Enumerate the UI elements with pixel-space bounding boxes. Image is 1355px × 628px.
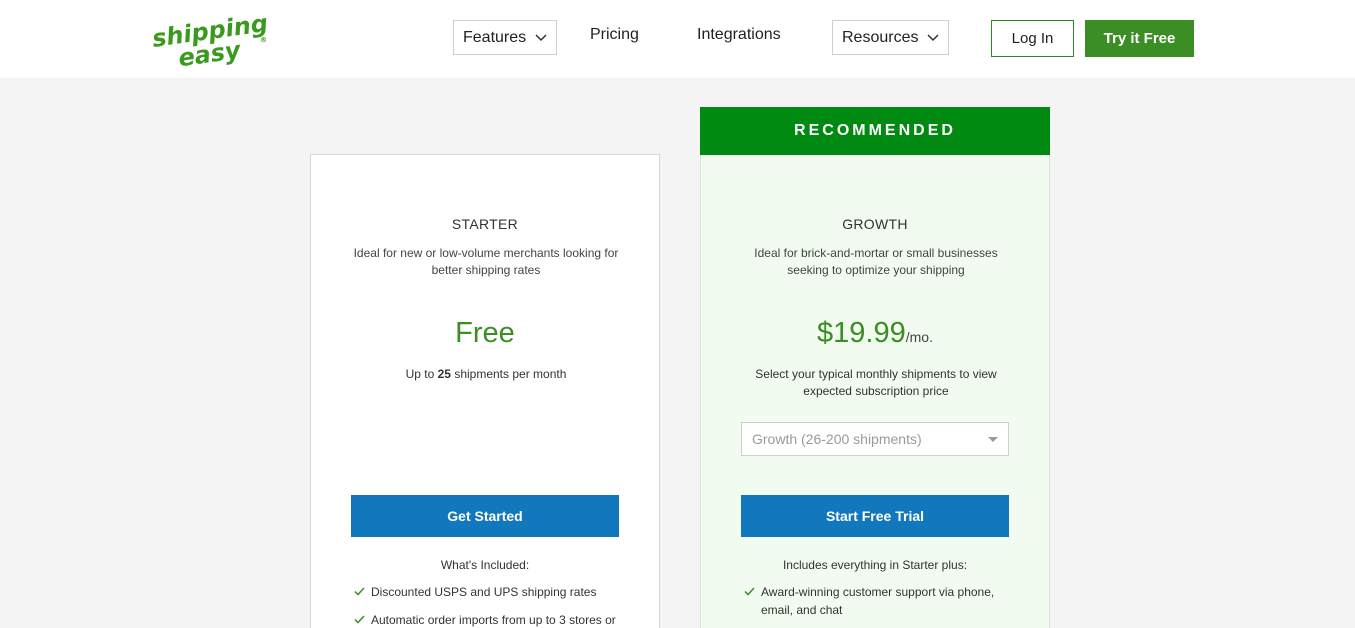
get-started-button[interactable]: Get Started [351, 495, 619, 537]
plan-price: $19.99/mo. [701, 317, 1049, 350]
price-unit: /mo. [905, 329, 933, 345]
recommended-banner: RECOMMENDED [700, 107, 1050, 155]
check-icon [354, 587, 365, 596]
check-icon [744, 587, 755, 596]
plan-description: Ideal for new or low-volume merchants lo… [353, 246, 619, 277]
caret-down-icon [988, 437, 998, 442]
shipment-volume-select[interactable]: Growth (26-200 shipments) [741, 422, 1009, 456]
included-heading: Includes everything in Starter plus: [782, 558, 968, 572]
plan-name: STARTER [451, 216, 519, 232]
starter-plan-card: STARTER Ideal for new or low-volume merc… [310, 154, 660, 628]
logo-registered-mark: ® [260, 36, 267, 44]
nav-resources-dropdown[interactable]: Resources [832, 20, 950, 55]
feature-text: Automatic order imports from up to 3 sto… [371, 613, 616, 627]
feature-item: Discounted USPS and UPS shipping rates [354, 583, 624, 601]
plan-description: Ideal for brick-and-mortar or small busi… [754, 246, 998, 277]
chevron-down-icon [535, 33, 547, 41]
select-value: Growth (26-200 shipments) [752, 431, 922, 447]
shipment-limit-note: Up to 25 shipments per month [346, 366, 626, 383]
nav-pricing-link[interactable]: Pricing [590, 26, 639, 44]
plan-price: Free [311, 317, 659, 350]
plan-name: GROWTH [842, 216, 908, 232]
note-count: 25 [437, 367, 451, 381]
login-button[interactable]: Log In [991, 20, 1074, 57]
try-free-button[interactable]: Try it Free [1085, 20, 1194, 57]
note-prefix: Up to [405, 367, 435, 381]
growth-plan-card: GROWTH Ideal for brick-and-mortar or sma… [700, 154, 1050, 628]
feature-text: Discounted USPS and UPS shipping rates [371, 585, 597, 599]
feature-item: Automatic order imports from up to 3 sto… [354, 611, 624, 628]
nav-features-label: Features [463, 28, 527, 46]
check-icon [354, 615, 365, 624]
included-heading: What's Included: [440, 558, 530, 572]
site-header: shipping easy ® Features Pricing Integra… [0, 0, 1355, 78]
feature-text: Award-winning customer support via phone… [761, 585, 995, 617]
price-amount: Free [455, 317, 515, 349]
nav-resources-label: Resources [842, 28, 919, 46]
shippingeasy-logo[interactable]: shipping easy ® [150, 8, 275, 72]
price-amount: $19.99 [817, 317, 906, 349]
nav-features-dropdown[interactable]: Features [453, 20, 558, 55]
chevron-down-icon [927, 33, 940, 41]
nav-integrations-link[interactable]: Integrations [697, 26, 781, 44]
note-suffix: shipments per month [454, 367, 567, 381]
price-note: Select your typical monthly shipments to… [755, 367, 997, 398]
feature-item: Award-winning customer support via phone… [744, 583, 1014, 619]
start-free-trial-button[interactable]: Start Free Trial [741, 495, 1009, 537]
